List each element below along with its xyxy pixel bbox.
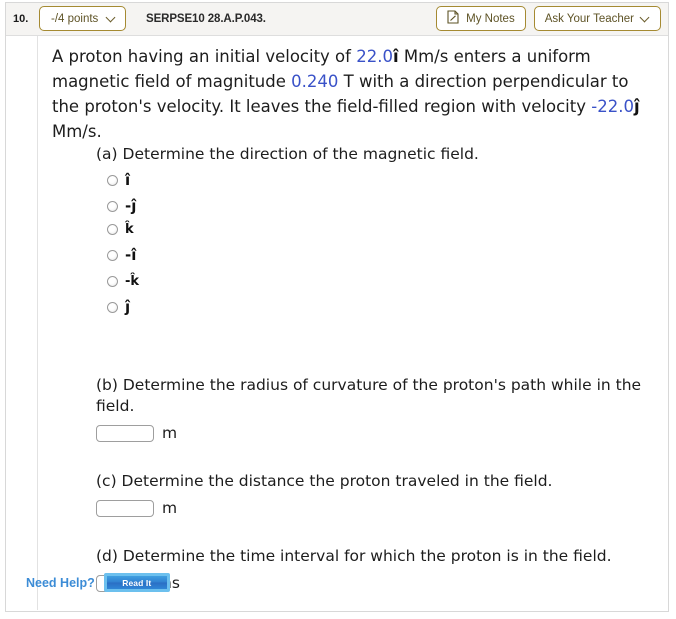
part-c-unit: m <box>162 499 178 517</box>
ask-your-teacher-button[interactable]: Ask Your Teacher <box>533 6 661 31</box>
radio-button[interactable] <box>107 301 118 313</box>
read-it-button[interactable]: Read It <box>103 573 170 592</box>
need-help-section: Need Help? Read It <box>26 573 170 592</box>
points-dropdown-button[interactable]: -/4 points <box>39 6 127 31</box>
chevron-down-icon <box>641 14 650 23</box>
radio-option-label: -ĵ <box>125 196 137 215</box>
my-notes-button[interactable]: My Notes <box>436 6 526 31</box>
part-a-prompt: (a) Determine the direction of the magne… <box>96 145 479 163</box>
radio-button[interactable] <box>107 223 118 235</box>
radio-option-label: ĵ <box>125 297 131 316</box>
stem-text-4: Mm/s. <box>52 122 102 141</box>
radio-button[interactable] <box>107 174 118 186</box>
radio-button[interactable] <box>107 249 118 261</box>
note-page-icon <box>447 10 459 27</box>
radio-option-label: î <box>125 170 131 189</box>
ask-your-teacher-label: Ask Your Teacher <box>544 12 634 25</box>
radio-option-label: k̂ <box>125 221 134 237</box>
question-code: SERPSE10 28.A.P.043. <box>146 13 266 25</box>
number-gutter <box>6 36 38 610</box>
question-stem: A proton having an initial velocity of 2… <box>48 44 658 144</box>
radio-option-5[interactable]: ĵ <box>107 297 658 317</box>
part-b-answer-input[interactable] <box>96 425 154 442</box>
question-body: A proton having an initial velocity of 2… <box>6 36 668 610</box>
part-b-prompt: (b) Determine the radius of curvature of… <box>96 376 642 415</box>
radio-option-2[interactable]: k̂ <box>107 219 658 239</box>
part-c-answer-row: m <box>96 498 658 519</box>
stem-text-1: A proton having an initial velocity of <box>52 47 357 66</box>
part-d: (d) Determine the time interval for whic… <box>96 546 658 594</box>
part-a-options: î -ĵ k̂ -î -k̂ ĵ <box>96 170 658 317</box>
stem-value-field: 0.240 <box>291 72 339 91</box>
radio-option-1[interactable]: -ĵ <box>107 196 658 216</box>
part-c-answer-input[interactable] <box>96 500 154 517</box>
radio-option-4[interactable]: -k̂ <box>107 271 658 291</box>
part-a: (a) Determine the direction of the magne… <box>96 144 658 317</box>
radio-button[interactable] <box>107 200 118 212</box>
question-header: 10. -/4 points SERPSE10 28.A.P.043. My N… <box>6 2 668 36</box>
header-actions: My Notes Ask Your Teacher <box>436 6 661 31</box>
part-b-answer-row: m <box>96 423 658 444</box>
part-c-prompt: (c) Determine the distance the proton tr… <box>96 472 553 490</box>
question-number: 10. <box>13 13 29 25</box>
part-d-prompt: (d) Determine the time interval for whic… <box>96 547 612 565</box>
radio-option-0[interactable]: î <box>107 170 658 190</box>
radio-option-3[interactable]: -î <box>107 245 658 265</box>
radio-option-label: -î <box>125 245 137 264</box>
question-content: A proton having an initial velocity of 2… <box>38 36 668 594</box>
part-b-unit: m <box>162 424 178 442</box>
stem-value-exit-velocity: -22.0 <box>591 97 634 116</box>
need-help-label: Need Help? <box>26 575 95 590</box>
my-notes-label: My Notes <box>466 12 515 25</box>
radio-option-label: -k̂ <box>125 273 140 289</box>
points-label: -/4 points <box>51 12 99 25</box>
stem-value-velocity: 22.0 <box>356 47 393 66</box>
radio-button[interactable] <box>107 275 118 287</box>
part-b: (b) Determine the radius of curvature of… <box>96 375 658 444</box>
chevron-down-icon <box>107 14 116 23</box>
question-card: 10. -/4 points SERPSE10 28.A.P.043. My N… <box>5 2 669 612</box>
part-c: (c) Determine the distance the proton tr… <box>96 471 658 519</box>
part-d-answer-row: ns <box>96 573 658 594</box>
stem-unit-vector-j: ĵ <box>633 97 640 116</box>
